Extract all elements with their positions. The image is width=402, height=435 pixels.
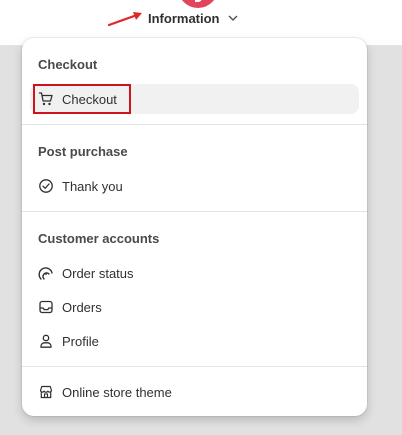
menu-item-label: Orders [62,299,102,315]
menu-item-label: Order status [62,265,134,281]
page-selector-button[interactable]: Information [148,8,238,28]
menu-item-label: Checkout [62,91,117,107]
page-selector-label: Information [148,10,220,26]
menu-item-online-store-theme[interactable]: Online store theme [30,377,359,407]
divider [22,211,367,212]
section-title-post-purchase: Post purchase [38,144,128,159]
divider [22,366,367,367]
menu-item-thank-you[interactable]: Thank you [30,171,359,201]
chevron-down-icon [228,15,237,21]
store-icon [38,384,54,400]
menu-item-label: Profile [62,333,99,349]
person-icon [38,333,54,349]
section-title-checkout: Checkout [38,57,98,72]
menu-item-order-status[interactable]: Order status [30,258,359,288]
app-logo [178,0,218,8]
cart-icon [38,91,54,107]
divider [22,124,367,125]
menu-item-label: Thank you [62,178,123,194]
menu-item-label: Online store theme [62,384,172,400]
menu-item-profile[interactable]: Profile [30,326,359,356]
inbox-icon [38,299,54,315]
annotation-arrow-icon [107,12,142,27]
section-title-customer-accounts: Customer accounts [38,231,160,246]
menu-item-checkout[interactable]: Checkout [30,84,359,114]
check-circle-icon [38,178,54,194]
menu-item-orders[interactable]: Orders [30,292,359,322]
page-selector-menu: Checkout Checkout Post purchase Thank yo… [22,38,367,416]
order-status-icon [38,265,54,281]
